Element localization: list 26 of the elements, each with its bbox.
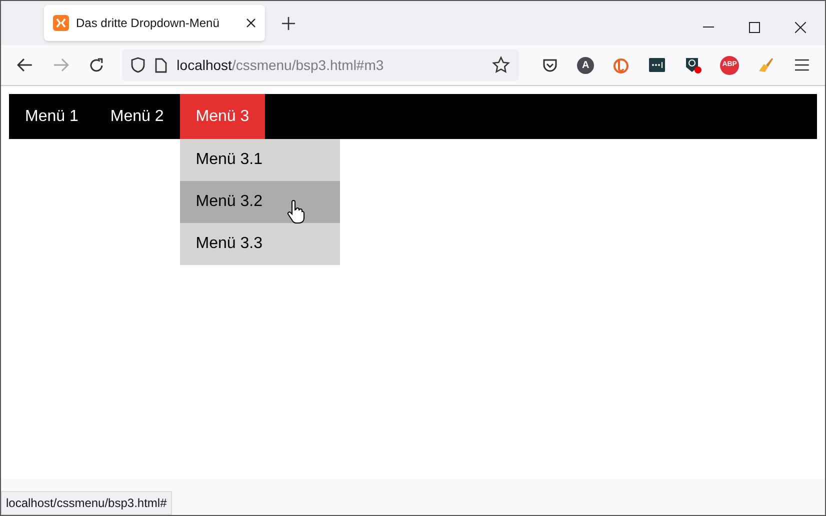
submenu-item[interactable]: Menü 3.1	[180, 139, 340, 181]
back-icon[interactable]	[17, 58, 33, 72]
new-tab-icon[interactable]	[282, 17, 295, 30]
extension-icon[interactable]: A	[577, 56, 594, 74]
status-bar: localhost/cssmenu/bsp3.html#	[1, 491, 172, 515]
menu-icon[interactable]	[795, 59, 809, 71]
submenu-item[interactable]: Menü 3.3	[180, 223, 340, 265]
tab-favicon-icon	[53, 15, 69, 31]
tab-title: Das dritte Dropdown-Menü	[76, 15, 220, 32]
submenu-item[interactable]: Menü 3.2	[180, 181, 340, 223]
extension-icon[interactable]	[648, 56, 666, 74]
close-window-icon[interactable]	[795, 22, 806, 33]
star-icon[interactable]	[492, 56, 510, 74]
extension-icon[interactable]	[684, 56, 702, 74]
shield-icon[interactable]	[130, 57, 145, 73]
url-text: localhost/cssmenu/bsp3.html#m3	[176, 56, 385, 75]
hand-cursor-icon	[287, 200, 305, 224]
brush-icon[interactable]	[757, 56, 776, 74]
minimize-icon[interactable]	[703, 26, 714, 28]
menu-item[interactable]: Menü 3	[180, 94, 266, 139]
browser-tab[interactable]: Das dritte Dropdown-Menü	[44, 5, 265, 41]
close-tab-icon[interactable]	[246, 18, 256, 28]
address-bar[interactable]: localhost/cssmenu/bsp3.html#m3	[122, 49, 520, 81]
maximize-icon[interactable]	[749, 22, 760, 33]
page-icon	[154, 58, 167, 72]
reload-icon[interactable]	[88, 58, 104, 72]
